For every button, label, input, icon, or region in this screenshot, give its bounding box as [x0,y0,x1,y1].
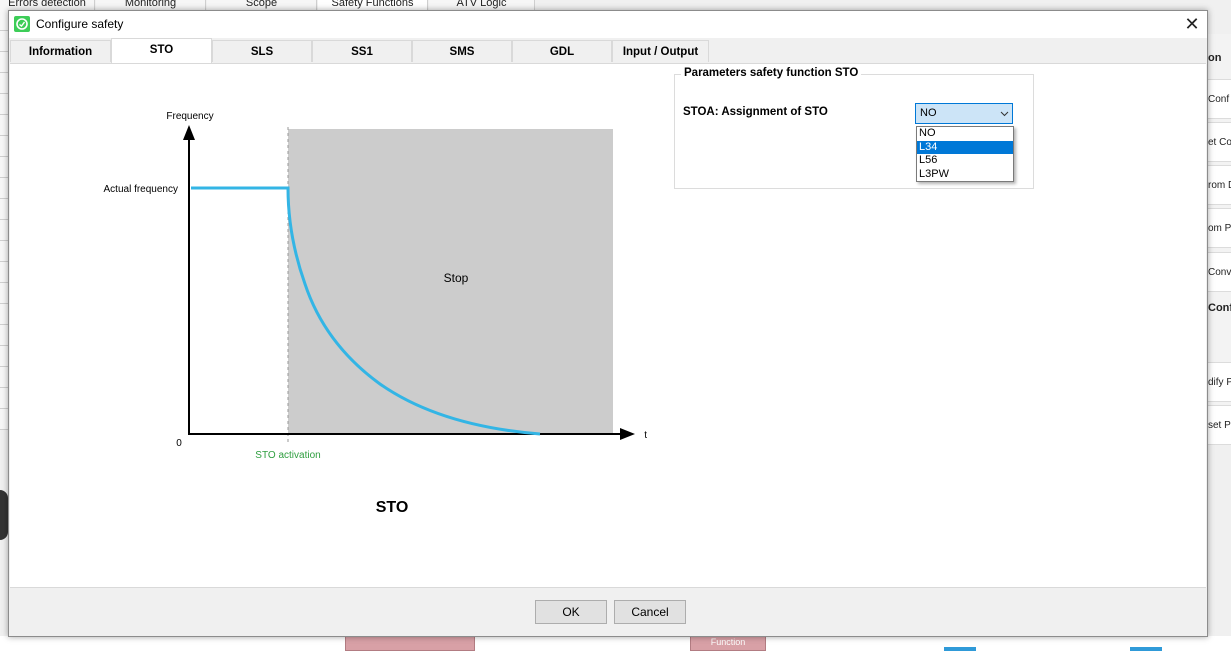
tab-sls[interactable]: SLS [212,40,312,62]
zero-label: 0 [176,438,182,449]
background-left-list [0,10,8,440]
bg-left-row [0,241,8,262]
sto-diagram: Frequency t Actual frequency 0 STO activ… [104,111,648,514]
bg-left-row [0,52,8,73]
actual-frequency-label: Actual frequency [104,184,179,195]
dropdown-option-l56[interactable]: L56 [917,154,1013,168]
bg-function-block [345,636,475,651]
x-axis-label: t [644,430,647,441]
stoa-label: STOA: Assignment of STO [683,106,828,118]
safety-tab-strip: Information STO SLS SS1 SMS GDL Input / … [10,38,1206,63]
dropdown-option-l34[interactable]: L34 [917,140,1013,154]
bg-left-row [0,31,8,52]
stoa-select[interactable]: NO [915,103,1013,124]
tab-sto[interactable]: STO [111,38,212,63]
dropdown-option-no[interactable]: NO [917,127,1013,141]
tab-content-sto: Frequency t Actual frequency 0 STO activ… [10,63,1206,587]
bg-right-item[interactable]: rom D [1208,165,1231,205]
close-icon[interactable]: ✕ [1177,11,1207,37]
background-right-panel: on Conf et Co rom D om P Conv Conf dify … [1208,34,1231,445]
app-logo-icon [14,16,30,32]
bg-tab-scope[interactable]: Scope [207,0,317,10]
groupbox-title: Parameters safety function STO [681,67,862,79]
ok-button[interactable]: OK [535,600,607,624]
bg-left-row [0,220,8,241]
bg-left-row [0,73,8,94]
bg-tab-monitoring[interactable]: Monitoring [96,0,206,10]
bg-tab-atv-logic[interactable]: ATV Logic [429,0,535,10]
bg-left-row [0,10,8,31]
stoa-dropdown-list: NO L34 L56 L3PW [916,126,1014,182]
bg-left-row [0,346,8,367]
x-axis-arrow [620,428,635,440]
bg-left-row [0,178,8,199]
footer-divider [10,587,1206,588]
bg-left-row [0,325,8,346]
configure-safety-dialog: Configure safety ✕ Information STO SLS S… [8,10,1208,637]
bg-left-row [0,157,8,178]
stop-region-label: Stop [444,271,469,285]
tab-sms[interactable]: SMS [412,40,512,62]
tab-input-output[interactable]: Input / Output [612,40,709,62]
bg-right-item[interactable]: dify P [1208,362,1231,402]
tab-ss1[interactable]: SS1 [312,40,412,62]
cancel-button[interactable]: Cancel [614,600,686,624]
bg-blue-mark [1130,647,1162,651]
bg-right-item[interactable]: set P [1208,405,1231,445]
tab-information[interactable]: Information [10,40,111,62]
tab-gdl[interactable]: GDL [512,40,612,62]
dropdown-option-l3pw[interactable]: L3PW [917,168,1013,182]
y-axis-arrow [183,125,195,140]
bg-left-row [0,94,8,115]
bg-tab-safety-functions[interactable]: Safety Functions [318,0,428,10]
dialog-titlebar[interactable]: Configure safety ✕ [9,11,1207,38]
bg-left-row [0,409,8,430]
bg-left-row [0,115,8,136]
bg-function-block-label: Function [690,636,766,651]
bg-left-row [0,304,8,325]
bg-left-row [0,136,8,157]
background-dark-shape [0,490,8,540]
bg-left-row [0,262,8,283]
bg-right-item[interactable]: Conv [1208,252,1231,292]
bg-tab-errors-detection[interactable]: Errors detection [0,0,95,10]
sto-activation-label: STO activation [255,450,320,461]
bg-left-row [0,283,8,304]
bg-left-row [0,367,8,388]
y-axis-label: Frequency [166,111,213,122]
bg-right-item[interactable]: Conf [1208,79,1231,119]
bg-right-item[interactable]: om P [1208,208,1231,248]
bg-left-row [0,199,8,220]
bg-right-item[interactable]: et Co [1208,122,1231,162]
diagram-caption: STO [376,499,409,514]
bg-left-row [0,388,8,409]
bg-blue-mark [944,647,976,651]
background-bottom-strip [0,636,1231,651]
bg-right-heading-2: Conf [1208,302,1231,314]
stoa-select-value: NO [920,107,937,119]
background-tab-strip: Errors detection Monitoring Scope Safety… [0,0,540,10]
bg-right-heading: on [1208,52,1222,64]
dialog-title: Configure safety [36,17,124,31]
